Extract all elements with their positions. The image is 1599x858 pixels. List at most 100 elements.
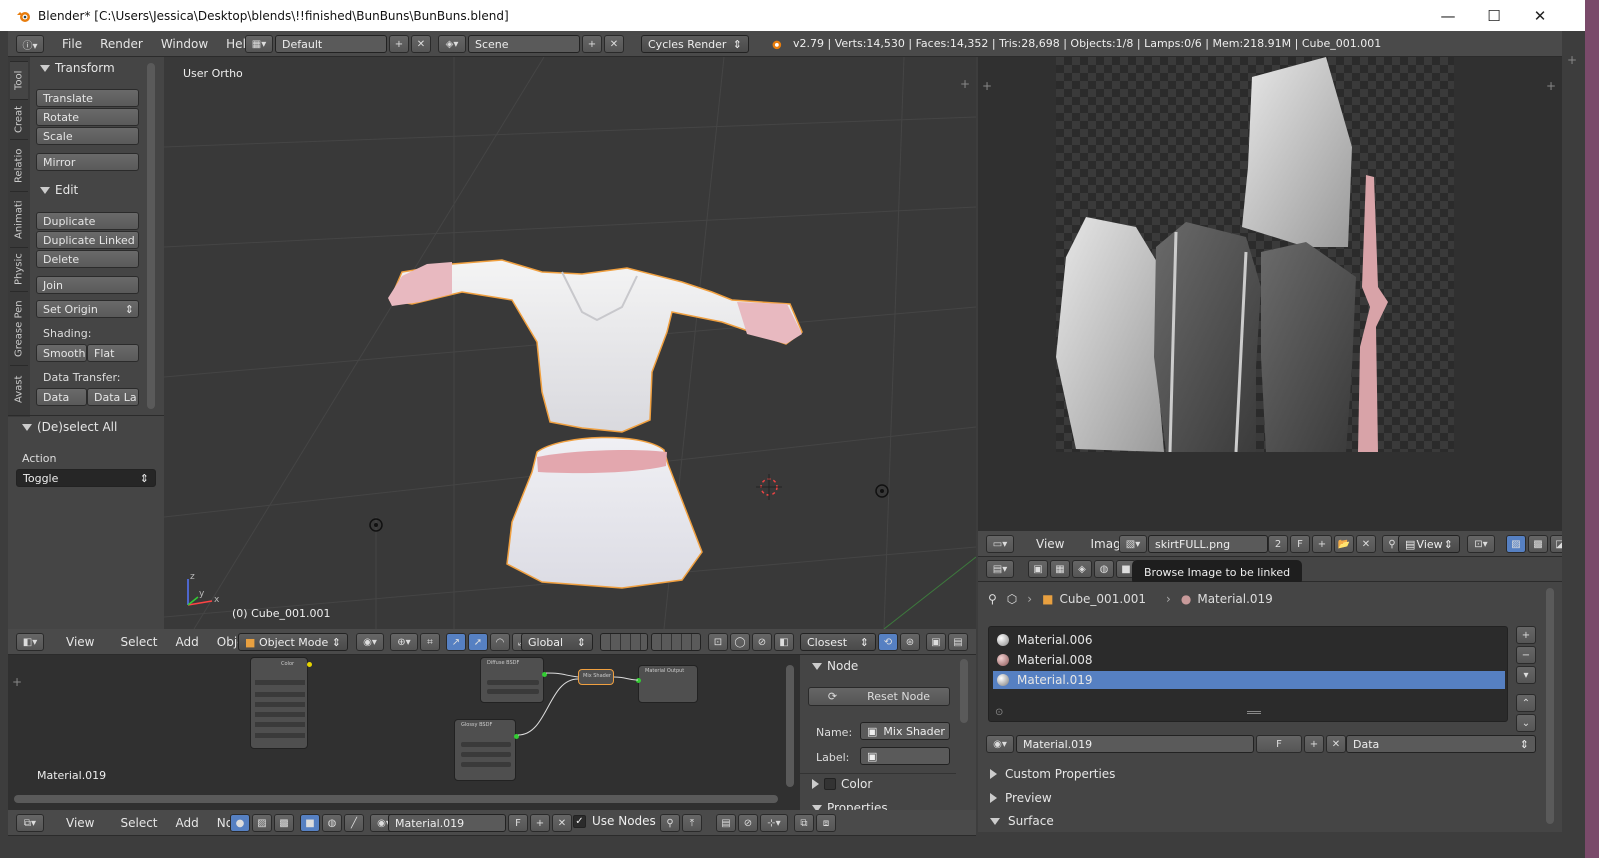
pivot-point-icon[interactable]: ⊕▾ xyxy=(390,633,418,651)
add-layout-icon[interactable]: + xyxy=(389,35,409,53)
backdrop-icon[interactable]: ▤ xyxy=(716,814,736,832)
menu-file[interactable]: File xyxy=(54,37,90,51)
world-shader-icon[interactable]: ◍ xyxy=(322,814,342,832)
opengl-anim-icon[interactable]: ▤ xyxy=(948,633,968,651)
menu-render[interactable]: Render xyxy=(92,37,151,51)
add-slot-icon[interactable]: + xyxy=(1516,626,1536,644)
lamp-icon[interactable] xyxy=(873,482,891,500)
world-tab-icon[interactable]: ◍ xyxy=(1094,560,1114,578)
pin-icon[interactable]: ⚲ xyxy=(988,592,997,606)
scale-button[interactable]: Scale xyxy=(36,127,139,145)
image-texture-node[interactable]: Color xyxy=(250,657,312,749)
uv-texture-image[interactable] xyxy=(1056,57,1454,452)
go-to-parent-icon[interactable]: ⤒ xyxy=(682,814,702,832)
pivot-icon[interactable]: ⊡▾ xyxy=(1467,535,1495,553)
area-split-plus-icon[interactable]: + xyxy=(982,79,992,93)
node-editor[interactable]: + Color Diffuse BSDF Glossy BSDF Mix Sha… xyxy=(8,655,800,810)
move-slot-up-icon[interactable]: ⌃ xyxy=(1516,694,1536,712)
material-fake-user-button[interactable]: F xyxy=(1256,735,1302,753)
node-menu-select[interactable]: Select xyxy=(112,816,165,830)
tab-avast[interactable]: Avast xyxy=(10,365,28,413)
slot-specials-icon[interactable]: ▾ xyxy=(1516,666,1536,684)
reset-node-button[interactable]: ⟳ Reset Node xyxy=(808,687,950,706)
copy-nodes-icon[interactable]: ⧉ xyxy=(794,814,814,832)
image-name-field[interactable]: skirtFULL.png xyxy=(1148,535,1268,553)
data-transfer-button[interactable]: Data xyxy=(36,388,87,406)
color-section-header[interactable]: Color xyxy=(812,777,872,791)
new-material-icon[interactable]: + xyxy=(1304,735,1324,753)
add-scene-icon[interactable]: + xyxy=(582,35,602,53)
project-snap-icon[interactable]: ⊛ xyxy=(900,633,920,651)
shader-nodes-icon[interactable]: ● xyxy=(230,814,250,832)
editor-type-node-icon[interactable]: ⧉▾ xyxy=(16,814,44,832)
clothing-mesh-model[interactable] xyxy=(382,252,882,612)
tab-relations[interactable]: Relatio xyxy=(10,139,28,191)
line-style-icon[interactable]: ╱ xyxy=(344,814,364,832)
render-layers-tab-icon[interactable]: ▦ xyxy=(1050,560,1070,578)
set-origin-dropdown[interactable]: Set Origin ⇕ xyxy=(36,300,139,318)
material-name-field[interactable]: Material.019 xyxy=(1016,735,1254,753)
move-slot-down-icon[interactable]: ⌄ xyxy=(1516,714,1536,732)
context-icon[interactable]: ⬡ xyxy=(1007,592,1017,606)
list-item[interactable]: Material.008 xyxy=(993,651,1505,669)
menu-view[interactable]: View xyxy=(58,635,102,649)
minimize-button[interactable]: — xyxy=(1425,0,1471,31)
list-filter-icon[interactable]: ⊙ xyxy=(995,707,1003,718)
list-resize-handle[interactable] xyxy=(1247,711,1261,714)
snap-element-icon[interactable]: ◧ xyxy=(774,633,794,651)
delete-button[interactable]: Delete xyxy=(36,250,139,268)
layers-left-grid[interactable] xyxy=(600,633,648,651)
image-menu-view[interactable]: View xyxy=(1028,537,1072,551)
screen-layout-icon[interactable]: ▦▾ xyxy=(245,35,273,53)
editor-type-image-icon[interactable]: ▭▾ xyxy=(986,535,1014,553)
snap-target-dropdown[interactable]: Closest ⇕ xyxy=(800,633,876,651)
glossy-bsdf-node[interactable]: Glossy BSDF xyxy=(454,719,519,781)
only-origins-icon[interactable]: ⌗ xyxy=(420,633,440,651)
mirror-button[interactable]: Mirror xyxy=(36,153,139,171)
list-item[interactable]: Material.019 xyxy=(993,671,1505,689)
manipulator-icon[interactable]: ↗ xyxy=(446,633,466,651)
rotate-button[interactable]: Rotate xyxy=(36,108,139,126)
lock-layers-icon[interactable]: ⊡ xyxy=(708,633,728,651)
editor-type-3d-icon[interactable]: ◧▾ xyxy=(16,633,44,651)
deselect-all-panel-header[interactable]: (De)select All xyxy=(22,420,117,434)
3d-cursor-icon[interactable] xyxy=(754,472,784,502)
proportional-edit-icon[interactable]: ◯ xyxy=(730,633,750,651)
object-shader-icon[interactable]: ■ xyxy=(300,814,320,832)
translate-manipulator-icon[interactable]: ➚ xyxy=(468,633,488,651)
node-name-field[interactable]: ▣ Mix Shader xyxy=(860,722,950,740)
tab-tool[interactable]: Tool xyxy=(10,61,28,99)
node-label-field[interactable]: ▣ xyxy=(860,747,950,765)
browse-material-icon[interactable]: ◉▾ xyxy=(986,735,1014,753)
close-window-button[interactable]: ✕ xyxy=(1517,0,1563,31)
image-editor[interactable]: + + xyxy=(978,57,1562,531)
join-button[interactable]: Join xyxy=(36,276,139,294)
viewport-shading-icon[interactable]: ◉▾ xyxy=(356,633,384,651)
area-split-plus-icon[interactable]: + xyxy=(960,77,970,91)
unlink-material-icon[interactable]: ✕ xyxy=(1326,735,1346,753)
align-rotation-icon[interactable]: ⟲ xyxy=(878,633,898,651)
node-panel-scrollbar[interactable] xyxy=(960,659,968,723)
image-users-count[interactable]: 2 xyxy=(1268,535,1288,553)
pin-icon[interactable]: ⚲ xyxy=(660,814,680,832)
material-output-node[interactable]: Material Output xyxy=(636,665,698,703)
render-tab-icon[interactable]: ▣ xyxy=(1028,560,1048,578)
snap-node-icon[interactable]: ⊘ xyxy=(738,814,758,832)
unlink-image-icon[interactable]: ✕ xyxy=(1356,535,1376,553)
diffuse-bsdf-node[interactable]: Diffuse BSDF xyxy=(480,657,547,703)
remove-layout-icon[interactable]: ✕ xyxy=(411,35,431,53)
maximize-button[interactable]: ☐ xyxy=(1471,0,1517,31)
node-editor-hscrollbar[interactable] xyxy=(14,795,778,803)
rotate-manipulator-icon[interactable]: ◠ xyxy=(490,633,510,651)
scene-tab-icon[interactable]: ◈ xyxy=(1072,560,1092,578)
browse-image-icon[interactable]: ▧▾ xyxy=(1119,535,1147,553)
snap-toggle-icon[interactable]: ⊘ xyxy=(752,633,772,651)
node-editor-vscrollbar[interactable] xyxy=(786,665,794,787)
area-split-plus-icon[interactable]: + xyxy=(12,675,22,689)
node-material-field[interactable]: Material.019 xyxy=(388,814,506,832)
node-panel-header[interactable]: Node xyxy=(812,659,858,673)
action-dropdown[interactable]: Toggle ⇕ xyxy=(16,469,156,487)
menu-select[interactable]: Select xyxy=(112,635,165,649)
material-slot-list[interactable]: Material.006 Material.008 Material.019 ⊙ xyxy=(988,626,1508,722)
unlink-material-icon[interactable]: ✕ xyxy=(552,814,572,832)
